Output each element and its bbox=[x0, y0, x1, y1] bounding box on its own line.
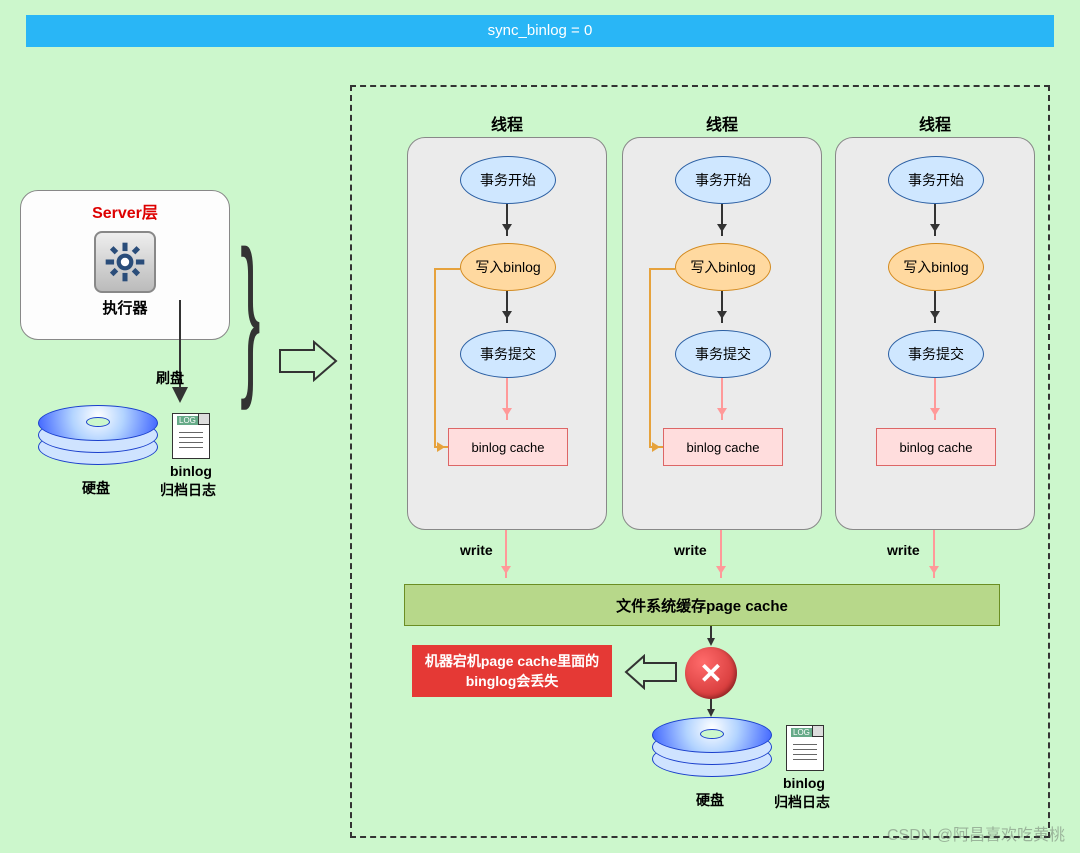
server-title: Server层 bbox=[21, 199, 229, 223]
side-connector bbox=[649, 268, 651, 448]
arrow-down-icon bbox=[721, 204, 723, 236]
write-arrow-icon bbox=[933, 530, 935, 578]
disk-label: 硬盘 bbox=[696, 790, 724, 810]
tx-commit-node: 事务提交 bbox=[460, 330, 556, 378]
binlog-file-icon bbox=[172, 413, 210, 459]
thread-box: 线程 事务开始 写入binlog 事务提交 binlog cache bbox=[835, 137, 1035, 530]
tx-commit-node: 事务提交 bbox=[675, 330, 771, 378]
write-binlog-node: 写入binlog bbox=[888, 243, 984, 291]
tx-start-node: 事务开始 bbox=[675, 156, 771, 204]
thread-title: 线程 bbox=[623, 111, 821, 135]
binlog-name: binlog bbox=[783, 775, 825, 791]
disk-label: 硬盘 bbox=[82, 478, 110, 498]
binlog-sub: 归档日志 bbox=[774, 792, 830, 812]
binlog-file-icon bbox=[786, 725, 824, 771]
arrow-right-icon bbox=[278, 340, 340, 382]
binlog-name: binlog bbox=[170, 463, 212, 479]
arrow-down-icon bbox=[934, 291, 936, 323]
thread-box: 线程 事务开始 写入binlog 事务提交 binlog cache bbox=[622, 137, 822, 530]
arrow-down-icon bbox=[721, 378, 723, 420]
arrow-down-icon bbox=[934, 378, 936, 420]
write-binlog-node: 写入binlog bbox=[460, 243, 556, 291]
error-x-icon: ✕ bbox=[685, 647, 737, 699]
arrow-down-icon bbox=[706, 699, 718, 719]
alert-box: 机器宕机page cache里面的binglog会丢失 bbox=[412, 645, 612, 697]
write-arrow-icon bbox=[720, 530, 722, 578]
tx-commit-node: 事务提交 bbox=[888, 330, 984, 378]
binlog-sub: 归档日志 bbox=[160, 480, 216, 500]
arrow-left-icon bbox=[624, 654, 678, 690]
side-connector bbox=[434, 268, 436, 448]
page-cache-box: 文件系统缓存page cache bbox=[404, 584, 1000, 626]
write-label: write bbox=[460, 542, 493, 558]
thread-title: 线程 bbox=[836, 111, 1034, 135]
watermark: CSDN @阿昌喜欢吃黄桃 bbox=[887, 821, 1065, 845]
write-arrow-icon bbox=[505, 530, 507, 578]
binlog-cache-box: binlog cache bbox=[448, 428, 568, 466]
binlog-cache-box: binlog cache bbox=[663, 428, 783, 466]
gear-icon bbox=[94, 231, 156, 293]
write-label: write bbox=[887, 542, 920, 558]
flush-label: 刷盘 bbox=[156, 368, 184, 388]
write-label: write bbox=[674, 542, 707, 558]
arrow-down-icon bbox=[721, 291, 723, 323]
arrow-down-icon bbox=[934, 204, 936, 236]
thread-title: 线程 bbox=[408, 111, 606, 135]
tx-start-node: 事务开始 bbox=[460, 156, 556, 204]
header-banner: sync_binlog = 0 bbox=[26, 15, 1054, 47]
arrow-down-icon bbox=[506, 204, 508, 236]
thread-box: 线程 事务开始 写入binlog 事务提交 binlog cache bbox=[407, 137, 607, 530]
arrow-down-icon bbox=[506, 378, 508, 420]
flush-arrow bbox=[170, 300, 200, 415]
write-binlog-node: 写入binlog bbox=[675, 243, 771, 291]
binlog-cache-box: binlog cache bbox=[876, 428, 996, 466]
brace-icon: } bbox=[240, 244, 260, 385]
tx-start-node: 事务开始 bbox=[888, 156, 984, 204]
arrow-down-icon bbox=[706, 626, 718, 648]
arrow-down-icon bbox=[506, 291, 508, 323]
threads-container: 线程 事务开始 写入binlog 事务提交 binlog cache 线程 事务… bbox=[350, 85, 1050, 838]
